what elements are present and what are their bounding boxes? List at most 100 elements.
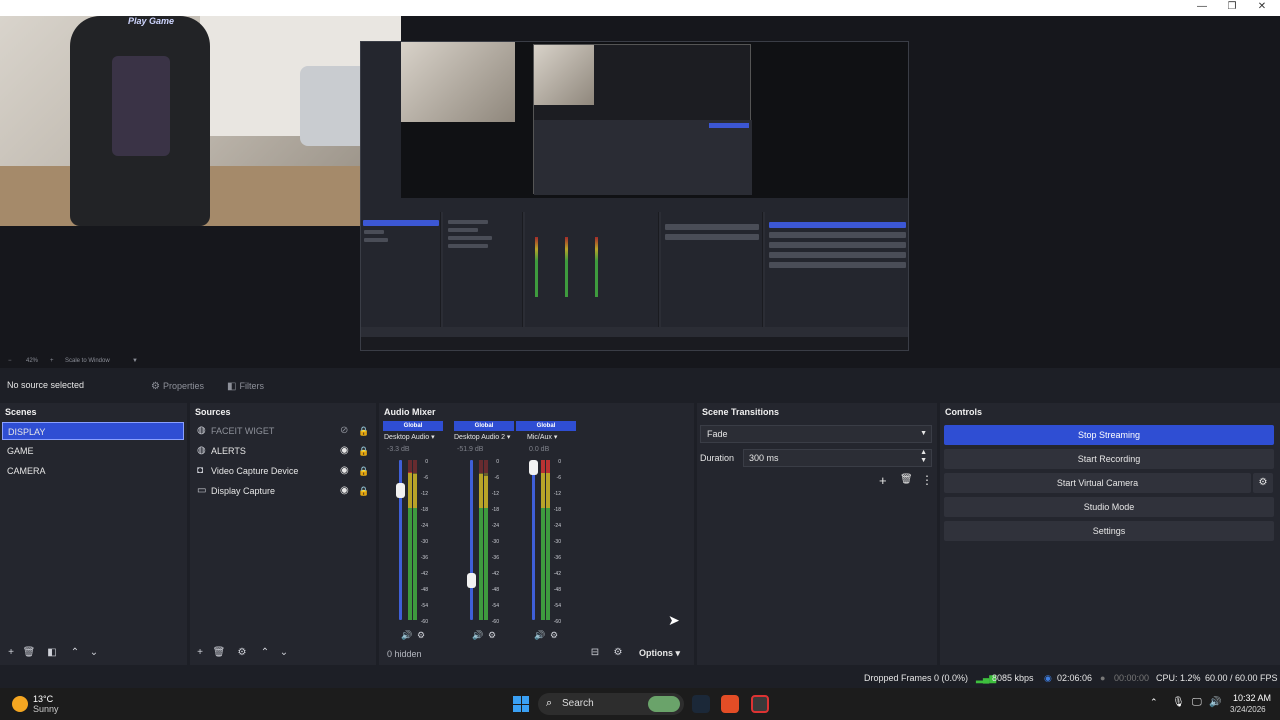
channel-settings-icon[interactable]: ⚙ [417,630,425,641]
move-source-up-button[interactable]: ⌃ [258,646,272,660]
volume-fader[interactable] [396,460,405,620]
spinner-icon[interactable]: ▲ ▼ [920,449,927,465]
close-button[interactable]: ✕ [1247,0,1277,16]
advanced-audio-button[interactable]: ⚙ [611,646,625,660]
stop-streaming-button[interactable]: Stop Streaming [944,425,1274,445]
lock-icon[interactable]: 🔒 [358,462,369,480]
windows-start-button[interactable] [513,696,529,712]
microphone-icon[interactable]: 🎙 [1172,697,1185,708]
source-item-alerts[interactable]: ◍ ALERTS ◉ 🔒 [195,442,371,460]
eye-off-icon[interactable]: ⊘ [340,422,348,440]
channel-settings-icon[interactable]: ⚙ [550,630,558,641]
duration-label: Duration [700,453,735,463]
scene-filters-button[interactable]: ◧ [45,646,59,660]
source-label: FACEIT WIGET [211,426,275,436]
mixer-options-button[interactable]: Options ▾ [639,648,680,659]
db-tick-label: 0 [558,459,561,465]
program-preview[interactable]: Play Game [0,16,1280,356]
add-transition-button[interactable]: + [879,473,887,488]
chevron-down-icon[interactable]: ▼ [132,358,138,364]
volume-meter [541,460,545,620]
db-tick-label: -42 [553,571,561,577]
speaker-icon[interactable]: 🔊 [472,630,483,641]
properties-button[interactable]: ⚙ Properties [151,377,204,395]
source-item-faceit[interactable]: ◍ FACEIT WIGET ⊘ 🔒 [195,422,371,440]
status-bar: Dropped Frames 0 (0.0%) ▂▄▆ 8085 kbps ◉ … [0,668,1280,688]
zoom-in-button[interactable]: + [50,358,54,364]
add-scene-button[interactable]: + [4,646,18,660]
channel-name-mic-aux[interactable]: Mic/Aux ▾ [527,433,557,441]
scene-item-game[interactable]: GAME [2,442,184,460]
clock-date[interactable]: 3/24/2026 [1230,705,1266,714]
sun-icon[interactable] [12,696,28,712]
add-source-button[interactable]: + [193,646,207,660]
gear-icon[interactable]: ⚙ [1253,473,1273,493]
channel-name-desktop-audio-2[interactable]: Desktop Audio 2 ▾ [454,433,510,441]
speaker-icon[interactable]: 🔊 [401,630,412,641]
move-scene-down-button[interactable]: ⌄ [87,646,101,660]
nested-obs-window [533,44,752,195]
speaker-icon[interactable]: 🔊 [534,630,545,641]
start-virtual-camera-button[interactable]: Start Virtual Camera [944,473,1251,493]
channel-head: Global [516,421,576,431]
chevron-up-icon[interactable]: ⌃ [1150,697,1158,708]
studio-mode-button[interactable]: Studio Mode [944,497,1274,517]
more-options-icon[interactable]: ⋮ [921,473,933,487]
scenes-title: Scenes [5,407,37,417]
channel-db: -3.3 dB [387,446,410,453]
eye-icon[interactable]: ◉ [340,482,349,500]
weather-temperature[interactable]: 13°C [33,694,53,704]
volume-fader[interactable] [467,460,476,620]
source-item-video-capture[interactable]: ◘ Video Capture Device ◉ 🔒 [195,462,371,480]
settings-button[interactable]: Settings [944,521,1274,541]
db-tick-label: -48 [553,587,561,593]
zoom-out-button[interactable]: − [8,358,12,364]
brave-browser-icon[interactable] [721,695,739,713]
remove-scene-button[interactable]: 🗑 [22,646,36,660]
scene-item-camera[interactable]: CAMERA [2,462,184,480]
start-recording-button[interactable]: Start Recording [944,449,1274,469]
eye-icon[interactable]: ◉ [340,442,349,460]
db-scale: 0 -6 -12 -18 -24 -30 -36 -42 -48 -54 -60 [414,458,428,634]
fader-knob[interactable] [396,483,405,499]
fader-knob[interactable] [529,460,538,475]
nested-source-item [448,220,488,224]
record-icon: ● [1100,673,1106,683]
remove-source-button[interactable]: 🗑 [212,646,226,660]
move-source-down-button[interactable]: ⌄ [277,646,291,660]
taskbar-search[interactable]: ⌕ Search [538,693,684,715]
channel-name-desktop-audio[interactable]: Desktop Audio ▾ [384,433,435,441]
nested-scene-active [363,220,439,226]
move-scene-up-button[interactable]: ⌃ [68,646,82,660]
minimize-button[interactable]: — [1187,0,1217,16]
volume-fader[interactable] [529,460,538,620]
mixer-layout-button[interactable]: ⊟ [588,646,602,660]
db-tick-label: -48 [491,587,499,593]
lock-icon[interactable]: 🔒 [358,482,369,500]
channel-settings-icon[interactable]: ⚙ [488,630,496,641]
duration-input[interactable]: 300 ms ▲ ▼ [743,449,932,467]
steam-icon[interactable] [692,695,710,713]
source-item-display-capture[interactable]: ▭ Display Capture ◉ 🔒 [195,482,371,500]
filters-button[interactable]: ◧ Filters [227,377,264,395]
lock-icon[interactable]: 🔒 [358,422,369,440]
clock-time[interactable]: 10:32 AM [1233,693,1271,703]
obs-studio-icon[interactable] [751,695,769,713]
fader-knob[interactable] [467,573,476,589]
nested-stop-streaming [769,222,906,228]
network-icon[interactable]: 🖵 [1192,697,1202,708]
weather-condition[interactable]: Sunny [33,704,59,714]
scale-mode-select[interactable]: Scale to Window [65,358,110,364]
volume-icon[interactable]: 🔊 [1209,697,1221,708]
source-properties-button[interactable]: ⚙ [235,646,249,660]
db-scale: 0 -6 -12 -18 -24 -30 -36 -42 -48 -54 -60 [547,458,561,634]
maximize-button[interactable]: ❐ [1217,0,1247,16]
lock-icon[interactable]: 🔒 [358,442,369,460]
remove-transition-button[interactable]: 🗑 [900,474,913,485]
eye-icon[interactable]: ◉ [340,462,349,480]
scene-item-display[interactable]: DISPLAY [2,422,184,440]
volume-meter [408,460,412,620]
transition-select[interactable]: Fade ▼ [700,425,932,443]
db-tick-label: -30 [420,539,428,545]
db-tick-label: -12 [420,491,428,497]
